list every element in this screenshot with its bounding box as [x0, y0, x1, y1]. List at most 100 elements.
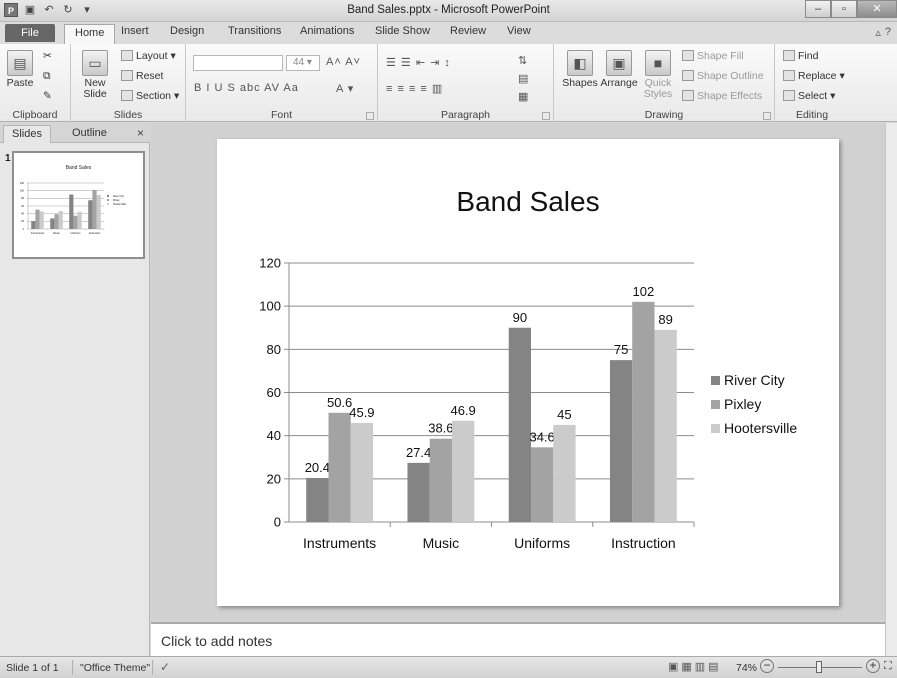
paste-button[interactable]: ▤ Paste	[5, 50, 35, 89]
zoom-slider-thumb[interactable]	[816, 661, 822, 673]
data-label: 45	[557, 407, 571, 422]
minimize-ribbon-icon[interactable]: ▵	[875, 26, 881, 39]
font-format-glyphs[interactable]: B I U S abc AV Aa	[194, 82, 299, 94]
bar	[429, 438, 453, 522]
clipboard-group-label: Clipboard	[12, 109, 58, 121]
minimize-button[interactable]: –	[805, 0, 831, 18]
tab-home[interactable]: Home	[64, 24, 116, 45]
alignment-icons[interactable]: ≡ ≡ ≡ ≡ ▥	[386, 82, 443, 95]
shape-effects-icon	[682, 90, 694, 101]
bar	[452, 420, 475, 522]
legend-entry: Pixley	[724, 396, 761, 412]
bar	[54, 214, 59, 229]
close-pane-icon[interactable]: ×	[137, 126, 144, 140]
x-tick-label: Music	[423, 535, 460, 551]
quick-styles-icon: ■	[645, 50, 671, 76]
data-label: 46.9	[450, 403, 475, 418]
select-button[interactable]: Select ▾	[783, 90, 835, 102]
align-text-icon[interactable]: ▤	[518, 72, 529, 85]
tab-transitions[interactable]: Transitions	[228, 25, 281, 37]
zoom-level[interactable]: 74%	[736, 662, 757, 674]
tab-slide-show[interactable]: Slide Show	[375, 25, 430, 37]
font-size-box[interactable]: 44 ▾	[286, 55, 320, 71]
arrange-button[interactable]: ▣ Arrange	[600, 50, 638, 89]
shape-fill-icon	[682, 50, 694, 61]
vertical-scrollbar[interactable]	[885, 123, 897, 656]
reset-button[interactable]: Reset	[121, 70, 163, 82]
font-name-box[interactable]	[193, 55, 283, 71]
drawing-dialog-launcher-icon[interactable]	[763, 112, 771, 120]
view-buttons[interactable]: ▣▦▥▤	[668, 660, 722, 673]
theme-status[interactable]: "Office Theme"	[80, 662, 150, 674]
notes-pane[interactable]: Click to add notes	[151, 622, 885, 656]
find-button[interactable]: Find	[783, 50, 818, 62]
bar	[350, 422, 374, 522]
font-dialog-launcher-icon[interactable]	[366, 112, 374, 120]
y-tick-label: 100	[259, 299, 281, 314]
tab-review[interactable]: Review	[450, 25, 486, 37]
x-tick-label: Instruments	[303, 535, 376, 551]
data-label: 27.4	[406, 445, 431, 460]
y-tick-label: 0	[274, 515, 281, 530]
y-tick-label: 20	[21, 220, 24, 223]
drawing-group: ◧ Shapes ▣ Arrange ■ Quick Styles Shape …	[554, 44, 775, 122]
shapes-button[interactable]: ◧ Shapes	[562, 50, 598, 89]
status-separator	[152, 660, 153, 675]
shape-outline-button[interactable]: Shape Outline	[682, 70, 764, 82]
editing-group: Find Replace ▾ Select ▾ Editing	[775, 44, 849, 122]
tab-slides[interactable]: Slides	[3, 125, 51, 143]
legend-entry: Pixley	[113, 199, 120, 202]
zoom-in-button[interactable]: +	[866, 659, 880, 673]
new-slide-button[interactable]: ▭ New Slide	[76, 50, 114, 100]
legend-entry: River City	[724, 372, 785, 388]
bar-chart[interactable]: Band Sales 0 20 40 60 80 100 120 Instruments 20.4…	[217, 139, 839, 606]
tab-view[interactable]: View	[507, 25, 531, 37]
x-tick-label: Instruction	[611, 535, 676, 551]
bar	[96, 194, 101, 229]
text-direction-icon[interactable]: ⇅	[518, 54, 528, 67]
tab-outline[interactable]: Outline	[64, 125, 115, 143]
legend-swatch	[711, 376, 720, 385]
restore-button[interactable]: ▫	[831, 0, 857, 18]
paragraph-group-label: Paragraph	[440, 109, 491, 121]
tab-design[interactable]: Design	[170, 25, 204, 37]
bar	[306, 477, 329, 522]
bar	[328, 412, 351, 522]
format-painter-icon[interactable]: ✎	[43, 90, 52, 102]
paragraph-dialog-launcher-icon[interactable]	[542, 112, 550, 120]
shape-fill-button[interactable]: Shape Fill	[682, 50, 744, 62]
data-label: 102	[633, 284, 655, 299]
y-tick-label: 80	[21, 197, 24, 200]
layout-button[interactable]: Layout ▾	[121, 50, 176, 62]
slide-thumbnail[interactable]: Band Sales Band Sales020406080100120Inst…	[12, 151, 145, 259]
window-controls: – ▫ ✕	[805, 0, 897, 18]
shape-outline-icon	[682, 70, 694, 81]
tab-insert[interactable]: Insert	[121, 25, 149, 37]
quick-styles-button[interactable]: ■ Quick Styles	[640, 50, 676, 100]
slide-canvas[interactable]: Band Sales 0 20 40 60 80 100 120 Instruments 20.4…	[217, 139, 839, 606]
cut-icon[interactable]: ✂	[43, 50, 52, 62]
legend-swatch	[711, 424, 720, 433]
section-button[interactable]: Section ▾	[121, 90, 179, 102]
help-icon[interactable]: ?	[885, 26, 891, 39]
smartart-icon[interactable]: ▦	[518, 90, 529, 103]
y-tick-label: 60	[267, 385, 281, 400]
tab-animations[interactable]: Animations	[300, 25, 354, 37]
data-label: 45.9	[349, 405, 374, 420]
data-label: 20.4	[305, 460, 330, 475]
close-window-button[interactable]: ✕	[857, 0, 897, 18]
tab-file[interactable]: File	[5, 24, 55, 42]
zoom-out-button[interactable]: −	[760, 659, 774, 673]
x-tick-label: Instruments	[31, 232, 45, 235]
replace-button[interactable]: Replace ▾	[783, 70, 845, 82]
fit-to-window-icon[interactable]: ⛶	[884, 660, 896, 674]
legend-swatch	[107, 199, 109, 201]
shape-effects-button[interactable]: Shape Effects	[682, 90, 762, 102]
y-tick-label: 120	[20, 182, 25, 185]
list-indent-icons[interactable]: ☰ ☰ ⇤ ⇥ ↕	[386, 56, 451, 69]
spell-check-icon[interactable]: ✓	[160, 660, 170, 674]
copy-icon[interactable]: ⧉	[43, 70, 51, 83]
font-color-icon[interactable]: A ▾	[336, 82, 354, 95]
grow-shrink-font-icons[interactable]: A˄ A˅	[326, 56, 361, 68]
data-label: 89	[658, 312, 672, 327]
